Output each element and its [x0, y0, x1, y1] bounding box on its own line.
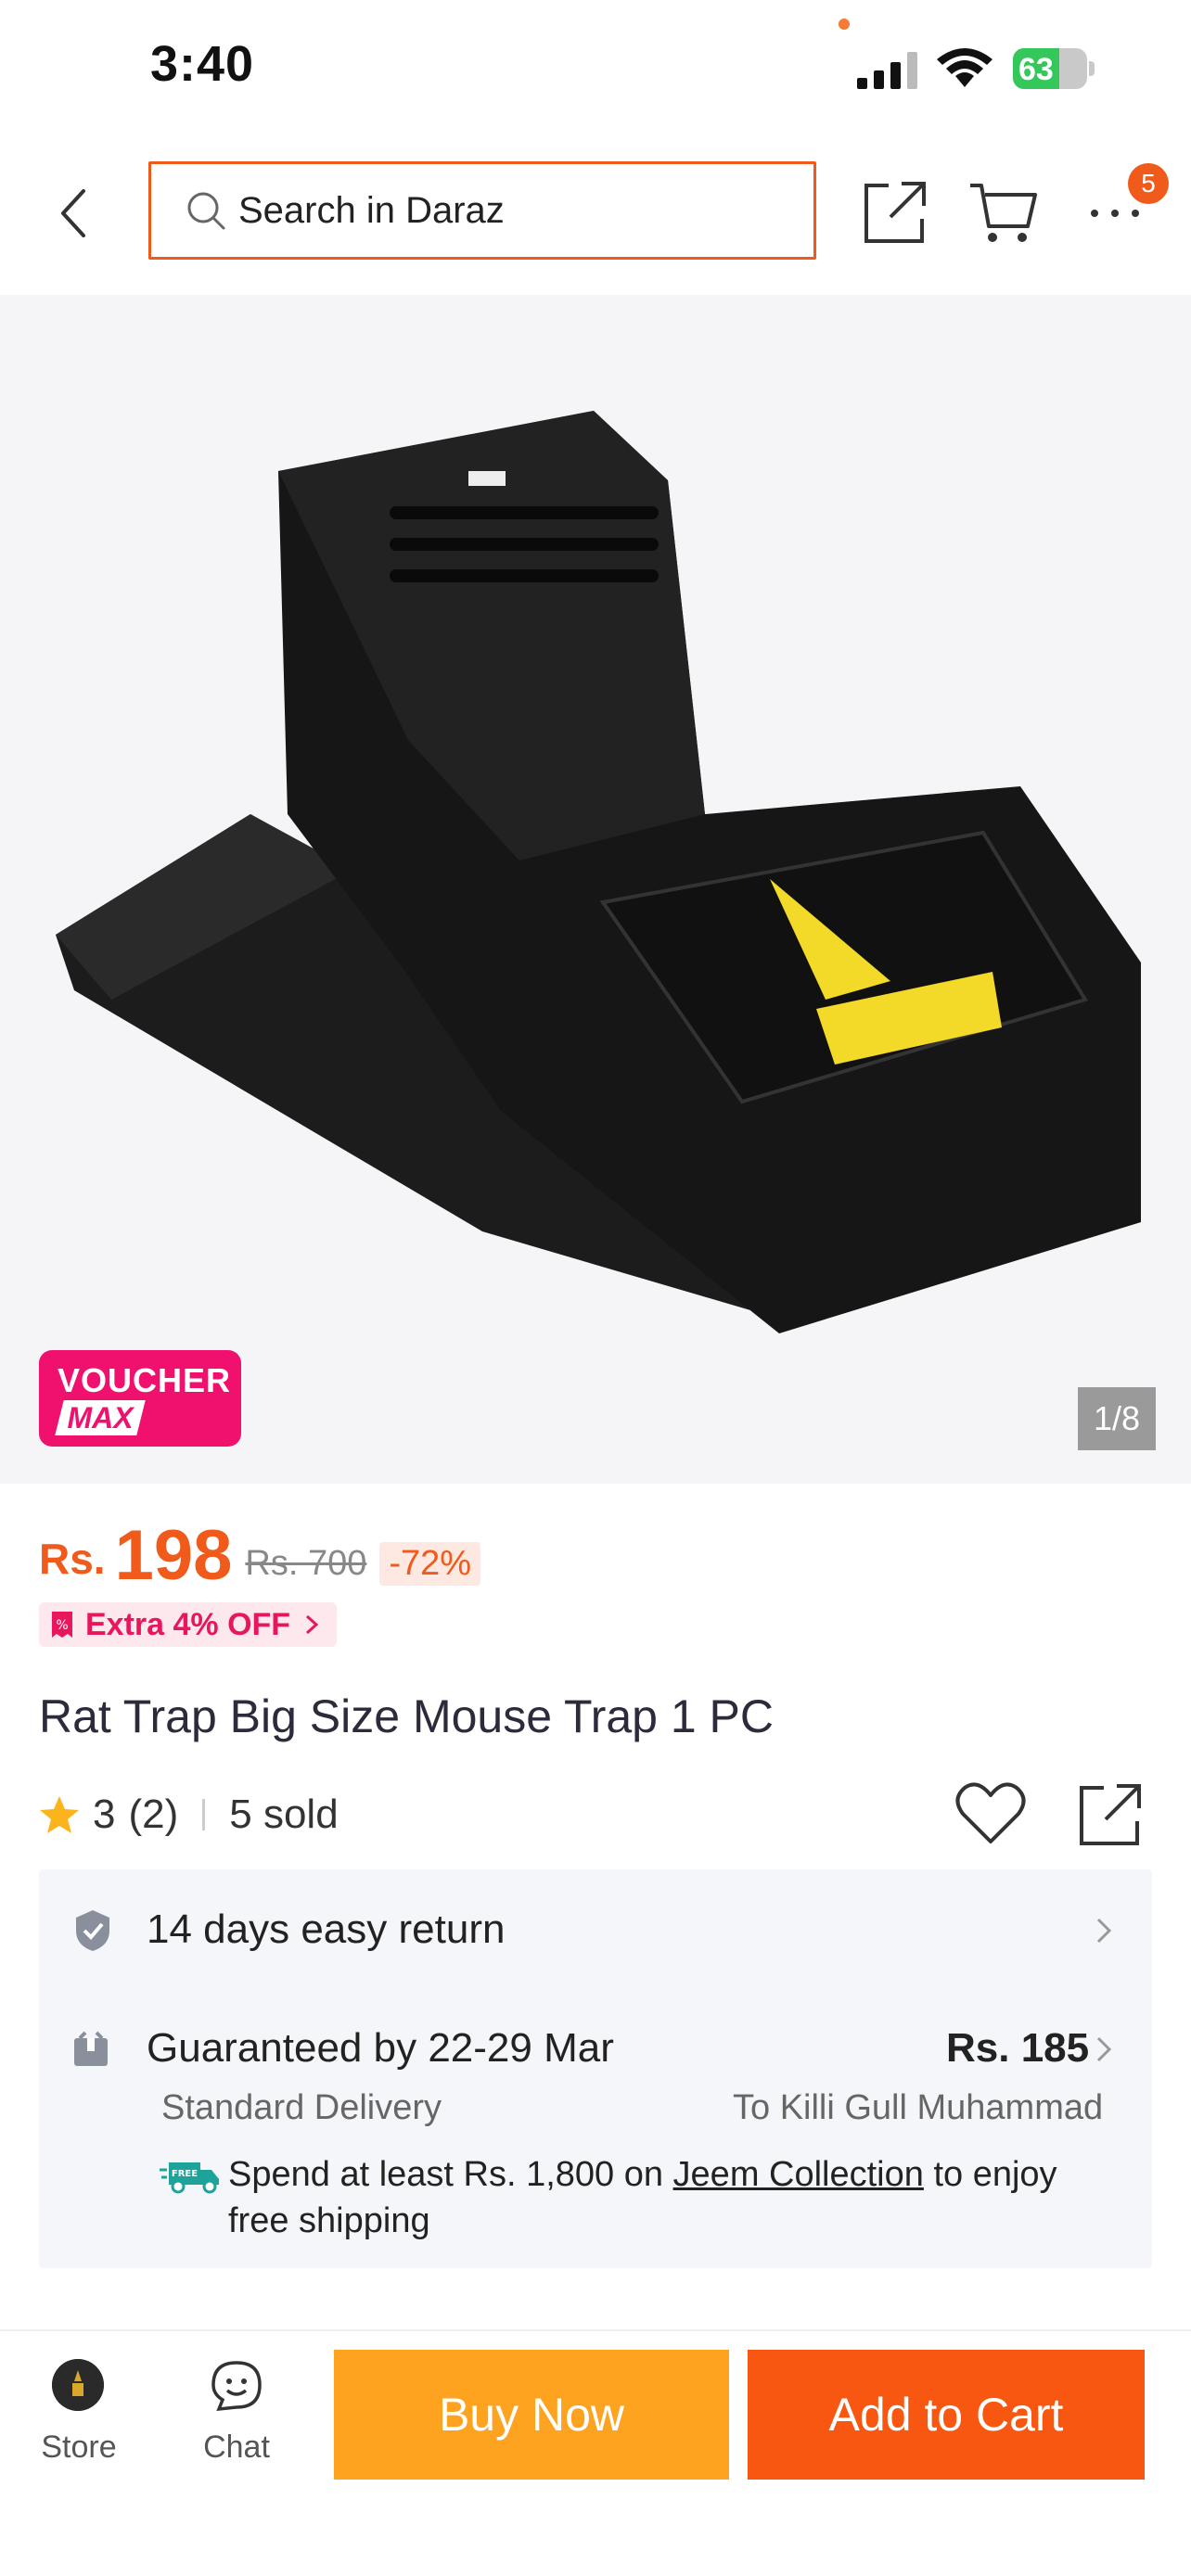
search-icon [187, 192, 225, 230]
back-icon[interactable] [46, 178, 102, 249]
free-shipping-truck-icon: FREE [160, 2162, 219, 2194]
extra-discount-tag[interactable]: % Extra 4% OFF [39, 1602, 338, 1647]
chevron-right-icon[interactable] [1095, 2034, 1113, 2064]
delivery-type: Standard Delivery [161, 2088, 442, 2127]
divider [202, 1799, 206, 1830]
shield-check-icon [76, 1910, 109, 1951]
wifi-icon [937, 48, 992, 87]
sold-count: 5 sold [229, 1792, 339, 1837]
discount-badge: -72% [379, 1542, 481, 1586]
delivery-address: To Killi Gull Muhammad [733, 2088, 1104, 2127]
chat-icon [211, 2361, 262, 2412]
return-policy[interactable]: 14 days easy return [147, 1906, 505, 1953]
notification-badge: 5 [1128, 163, 1169, 204]
cart-icon[interactable] [968, 178, 1039, 247]
add-to-cart-button[interactable]: Add to Cart [748, 2350, 1145, 2480]
voucher-max-badge[interactable]: VOUCHER MAX [39, 1350, 241, 1447]
extra-discount-label: Extra 4% OFF [85, 1606, 291, 1642]
shipping-price[interactable]: Rs. 185 [946, 2025, 1089, 2072]
delivery-guarantee[interactable]: Guaranteed by 22-29 Mar [147, 2025, 614, 2072]
spend-prefix: Spend at least Rs. 1,800 on [228, 2155, 673, 2194]
battery-percent: 63 [1018, 52, 1054, 87]
review-count: (2) [128, 1792, 179, 1837]
price-value: 198 [114, 1516, 233, 1595]
chevron-right-icon [306, 1614, 319, 1635]
delivery-box-icon [74, 2031, 108, 2066]
original-price: Rs. 700 [245, 1544, 367, 1583]
divider [0, 2329, 1191, 2331]
share-icon[interactable] [861, 178, 929, 247]
voucher-max-label: MAX [67, 1401, 134, 1435]
chat-label: Chat [203, 2429, 270, 2465]
share-icon[interactable] [1076, 1780, 1145, 1849]
product-image[interactable] [0, 295, 1191, 1484]
image-counter: 1/8 [1078, 1387, 1156, 1450]
signal-icon [857, 52, 917, 89]
price-row: Rs. 198 Rs. 700 -72% [39, 1516, 481, 1595]
svg-text:%: % [56, 1618, 68, 1633]
mouse-trap-image [56, 411, 1141, 1333]
rating-row[interactable]: 3 (2) 5 sold [39, 1792, 339, 1838]
store-label: Store [41, 2429, 117, 2465]
coupon-icon: % [52, 1612, 72, 1638]
heart-icon[interactable] [955, 1780, 1026, 1847]
rating-value: 3 [93, 1792, 116, 1837]
free-shipping-notice: Spend at least Rs. 1,800 on Jeem Collect… [228, 2151, 1119, 2244]
buy-now-button[interactable]: Buy Now [334, 2350, 729, 2480]
free-badge-label: FREE [172, 2169, 198, 2179]
chevron-right-icon[interactable] [1095, 1916, 1113, 1945]
store-button[interactable]: Store [28, 2355, 130, 2467]
battery-icon: 63 [1013, 48, 1096, 89]
voucher-label: VOUCHER [58, 1361, 232, 1399]
status-time: 3:40 [150, 36, 255, 92]
privacy-indicator-dot [839, 19, 850, 30]
price-currency: Rs. [39, 1535, 106, 1583]
search-input[interactable]: Search in Daraz [148, 161, 816, 260]
star-icon [40, 1796, 79, 1833]
store-link[interactable]: Jeem Collection [673, 2155, 924, 2194]
product-title: Rat Trap Big Size Mouse Trap 1 PC [39, 1690, 775, 1742]
search-placeholder: Search in Daraz [238, 189, 505, 231]
store-icon [52, 2359, 104, 2411]
chat-button[interactable]: Chat [186, 2355, 288, 2467]
